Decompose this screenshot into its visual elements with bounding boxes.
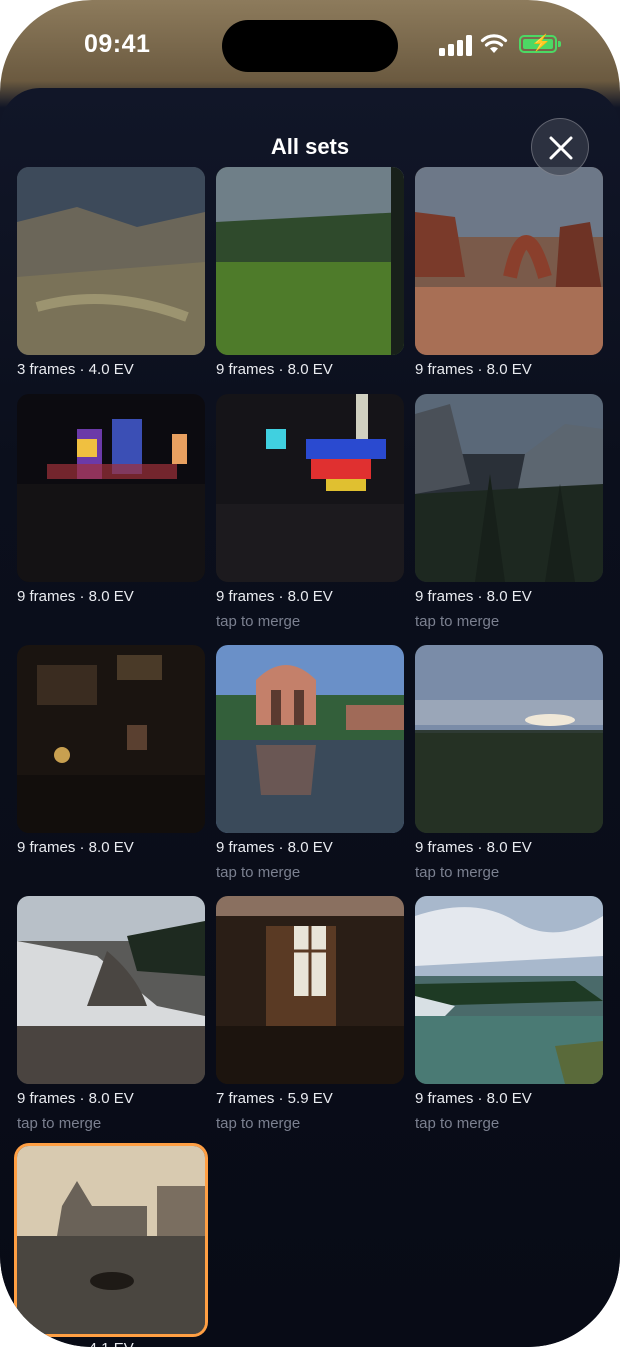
set-tile[interactable]: 3 frames · 4.0 EV [17,167,205,407]
set-tile[interactable]: 9 frames · 8.0 EV [216,167,404,407]
status-time: 09:41 [84,30,151,58]
tap-to-merge-hint: tap to merge [17,1115,102,1132]
set-thumbnail[interactable] [216,394,404,582]
set-frames-ev-label: 9 frames · 8.0 EV [216,588,333,605]
set-thumbnail[interactable] [415,896,603,1084]
set-frames-ev-label: 9 frames · 8.0 EV [415,588,532,605]
battery-charging-icon: ⚡ [519,35,561,53]
wifi-icon [480,34,508,53]
set-tile[interactable]: 9 frames · 8.0 EV tap to merge [216,394,404,634]
set-tile[interactable]: 9 frames · 8.0 EV [415,167,603,407]
set-thumbnail[interactable] [17,167,205,355]
set-thumbnail[interactable] [17,394,205,582]
phone-screen: 09:41 ⚡ 3 frames · 4.0 EV 9 frames · 8.0 … [0,0,620,1347]
set-tile[interactable]: 9 frames · 8.0 EV tap to merge [216,645,404,885]
tap-to-merge-hint: tap to merge [415,613,500,630]
set-thumbnail[interactable] [415,394,603,582]
close-button[interactable] [531,118,589,176]
set-thumbnail[interactable] [17,896,205,1084]
set-tile[interactable]: 9 frames · 8.0 EV tap to merge [17,896,205,1136]
set-tile[interactable]: 9 frames · 8.0 EV [17,645,205,885]
set-frames-ev-label: 7 frames · 5.9 EV [216,1090,333,1107]
set-frames-ev-label: 9 frames · 8.0 EV [415,839,532,856]
set-frames-ev-label: 3 frames · 4.1 EV [17,1340,134,1347]
set-thumbnail[interactable] [216,896,404,1084]
set-thumbnail[interactable] [415,645,603,833]
status-bar: 09:41 ⚡ [0,0,620,92]
set-frames-ev-label: 9 frames · 8.0 EV [216,361,333,378]
set-frames-ev-label: 9 frames · 8.0 EV [17,839,134,856]
tap-to-merge-hint: tap to merge [216,1115,301,1132]
set-tile[interactable]: 9 frames · 8.0 EV tap to merge [415,394,603,634]
tap-to-merge-hint: tap to merge [415,864,500,881]
set-thumbnail[interactable] [415,167,603,355]
set-tile-selected[interactable]: 3 frames · 4.1 EV [17,1146,205,1347]
set-tile[interactable]: 9 frames · 8.0 EV [17,394,205,634]
tap-to-merge-hint: tap to merge [216,864,301,881]
set-frames-ev-label: 9 frames · 8.0 EV [17,588,134,605]
set-frames-ev-label: 9 frames · 8.0 EV [17,1090,134,1107]
set-thumbnail[interactable] [17,645,205,833]
set-frames-ev-label: 3 frames · 4.0 EV [17,361,134,378]
dynamic-island [222,20,398,72]
set-frames-ev-label: 9 frames · 8.0 EV [216,839,333,856]
set-frames-ev-label: 9 frames · 8.0 EV [415,1090,532,1107]
set-thumbnail[interactable] [17,1146,205,1334]
tap-to-merge-hint: tap to merge [216,613,301,630]
set-thumbnail[interactable] [216,645,404,833]
set-tile[interactable]: 9 frames · 8.0 EV tap to merge [415,645,603,885]
set-tile[interactable]: 9 frames · 8.0 EV tap to merge [415,896,603,1136]
close-icon [549,136,573,160]
set-thumbnail[interactable] [216,167,404,355]
page-title: All sets [270,134,350,159]
tap-to-merge-hint: tap to merge [415,1115,500,1132]
set-tile[interactable]: 7 frames · 5.9 EV tap to merge [216,896,404,1136]
set-frames-ev-label: 9 frames · 8.0 EV [415,361,532,378]
cellular-signal-icon [439,34,473,56]
